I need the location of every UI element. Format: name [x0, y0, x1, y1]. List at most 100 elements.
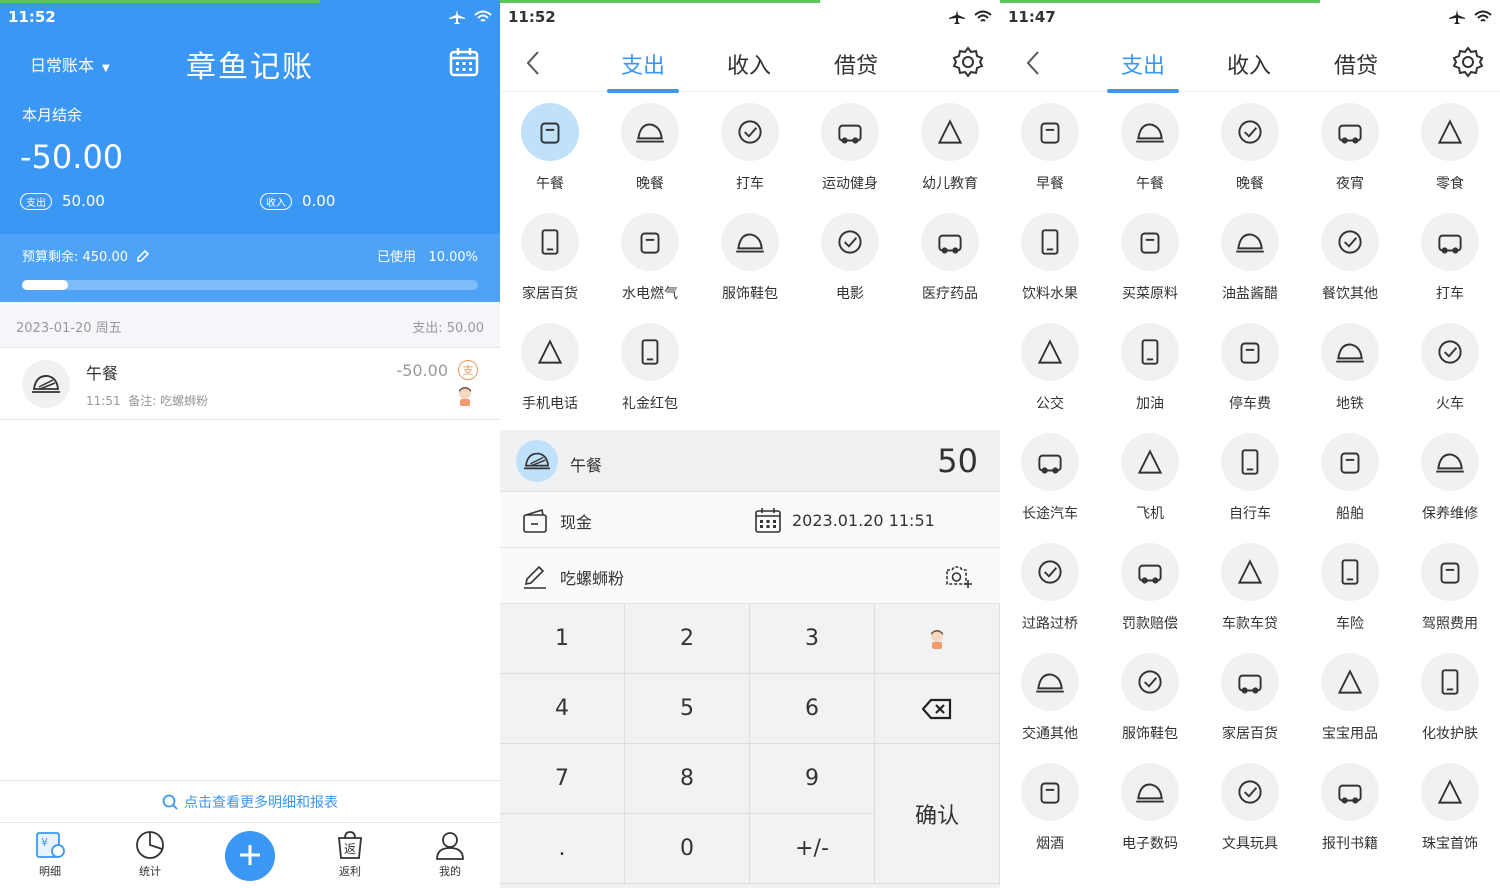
tab-expense[interactable]: 支出 — [606, 48, 680, 93]
category-item[interactable]: 火车 — [1400, 312, 1500, 422]
gear-icon[interactable] — [952, 46, 984, 78]
category-item[interactable]: 餐饮其他 — [1300, 202, 1400, 312]
category-icon — [1221, 103, 1279, 161]
keypad-key[interactable]: 1 — [500, 604, 625, 674]
avatar-key[interactable] — [875, 604, 1000, 674]
back-arrow-icon[interactable] — [522, 48, 546, 78]
category-item[interactable]: 长途汽车 — [1000, 422, 1100, 532]
category-item[interactable]: 保养维修 — [1400, 422, 1500, 532]
tab-details[interactable]: ¥ 明细 — [0, 823, 100, 888]
category-item[interactable]: 午餐 — [500, 92, 600, 202]
category-item[interactable]: 化妆护肤 — [1400, 642, 1500, 752]
keypad-key[interactable]: 4 — [500, 674, 625, 744]
tab-loan[interactable]: 借贷 — [834, 48, 878, 80]
category-item[interactable]: 手机电话 — [500, 312, 600, 422]
category-item[interactable]: 买菜原料 — [1100, 202, 1200, 312]
category-item[interactable]: 交通其他 — [1000, 642, 1100, 752]
category-item[interactable]: 晚餐 — [600, 92, 700, 202]
category-item[interactable]: 自行车 — [1200, 422, 1300, 532]
category-item[interactable]: 文具玩具 — [1200, 752, 1300, 862]
category-item[interactable]: 晚餐 — [1200, 92, 1300, 202]
confirm-button[interactable]: 确认 — [875, 744, 1000, 884]
keypad-key[interactable]: 3 — [750, 604, 875, 674]
keypad-key[interactable]: 6 — [750, 674, 875, 744]
category-item[interactable]: 幼儿教育 — [900, 92, 1000, 202]
backspace-key[interactable] — [875, 674, 1000, 744]
category-item[interactable]: 早餐 — [1000, 92, 1100, 202]
category-item[interactable]: 宝宝用品 — [1300, 642, 1400, 752]
category-item[interactable]: 驾照费用 — [1400, 532, 1500, 642]
lunch-icon — [22, 360, 70, 408]
category-item[interactable]: 罚款赔偿 — [1100, 532, 1200, 642]
app-title: 章鱼记账 — [186, 50, 314, 85]
category-item[interactable]: 加油 — [1100, 312, 1200, 422]
tab-loan[interactable]: 借贷 — [1334, 48, 1378, 80]
category-item[interactable]: 烟酒 — [1000, 752, 1100, 862]
note-row[interactable]: 吃螺蛳粉 — [500, 548, 1000, 604]
category-item[interactable]: 饮料水果 — [1000, 202, 1100, 312]
calendar-icon[interactable] — [448, 46, 480, 78]
category-label: 早餐 — [1036, 176, 1064, 192]
category-label: 零食 — [1436, 176, 1464, 192]
view-more-link[interactable]: 点击查看更多明细和报表 — [0, 780, 500, 822]
category-item[interactable]: 家居百货 — [1200, 642, 1300, 752]
category-item[interactable]: 地铁 — [1300, 312, 1400, 422]
category-icon — [521, 103, 579, 161]
keypad-key[interactable]: 9 — [750, 744, 875, 814]
category-item[interactable]: 礼金红包 — [600, 312, 700, 422]
list-item[interactable]: 午餐 11:51 备注: 吃螺蛳粉 -50.00 支 — [0, 348, 500, 420]
category-item[interactable]: 过路过桥 — [1000, 532, 1100, 642]
category-item[interactable]: 家居百货 — [500, 202, 600, 312]
keypad-key[interactable]: 7 — [500, 744, 625, 814]
date-selector[interactable]: 2023.01.20 11:51 — [754, 506, 935, 534]
tab-statistics[interactable]: 统计 — [100, 823, 200, 888]
category-item[interactable]: 电子数码 — [1100, 752, 1200, 862]
category-item[interactable]: 车险 — [1300, 532, 1400, 642]
category-item[interactable]: 油盐酱醋 — [1200, 202, 1300, 312]
keypad-key[interactable]: . — [500, 814, 625, 884]
summary-header: 11:52 日常账本 ▼ 章鱼记账 本月结余 -50.00 支出 50.00 收入 0… — [0, 0, 500, 302]
budget-panel[interactable]: 预算剩余: 450.00 已使用 10.00% — [0, 234, 500, 302]
category-item[interactable]: 电影 — [800, 202, 900, 312]
tab-income[interactable]: 收入 — [1227, 48, 1271, 80]
tab-rebate[interactable]: 返 返利 — [300, 823, 400, 888]
edit-pencil-icon[interactable] — [136, 249, 150, 263]
category-item[interactable]: 停车费 — [1200, 312, 1300, 422]
category-item[interactable]: 夜宵 — [1300, 92, 1400, 202]
keypad-key[interactable]: 2 — [625, 604, 750, 674]
category-item[interactable]: 打车 — [700, 92, 800, 202]
add-record-button[interactable] — [200, 823, 300, 888]
expense-pill: 支出 — [20, 193, 52, 210]
gear-icon[interactable] — [1452, 46, 1484, 78]
category-icon — [1321, 763, 1379, 821]
category-item[interactable]: 珠宝首饰 — [1400, 752, 1500, 862]
category-item[interactable]: 报刊书籍 — [1300, 752, 1400, 862]
category-item[interactable]: 车款车贷 — [1200, 532, 1300, 642]
category-item[interactable]: 船舶 — [1300, 422, 1400, 532]
keypad-key[interactable]: 0 — [625, 814, 750, 884]
tab-me[interactable]: 我的 — [400, 823, 500, 888]
keypad-key[interactable]: +/- — [750, 814, 875, 884]
category-item[interactable]: 公交 — [1000, 312, 1100, 422]
account-selector[interactable]: 现金 — [522, 508, 592, 534]
category-item[interactable]: 水电燃气 — [600, 202, 700, 312]
category-icon — [1221, 213, 1279, 271]
camera-icon[interactable] — [944, 564, 972, 588]
tab-details-label: 明细 — [39, 865, 61, 878]
category-label: 油盐酱醋 — [1222, 286, 1278, 302]
category-item[interactable]: 午餐 — [1100, 92, 1200, 202]
category-icon — [1121, 433, 1179, 491]
category-item[interactable]: 打车 — [1400, 202, 1500, 312]
category-item[interactable]: 医疗药品 — [900, 202, 1000, 312]
status-bar: 11:52 — [500, 0, 1000, 34]
keypad-key[interactable]: 8 — [625, 744, 750, 814]
category-item[interactable]: 服饰鞋包 — [1100, 642, 1200, 752]
category-item[interactable]: 零食 — [1400, 92, 1500, 202]
keypad-key[interactable]: 5 — [625, 674, 750, 744]
category-item[interactable]: 飞机 — [1100, 422, 1200, 532]
category-item[interactable]: 服饰鞋包 — [700, 202, 800, 312]
category-item[interactable]: 运动健身 — [800, 92, 900, 202]
tab-income[interactable]: 收入 — [727, 48, 771, 80]
tab-expense[interactable]: 支出 — [1106, 48, 1180, 93]
back-arrow-icon[interactable] — [1022, 48, 1046, 78]
